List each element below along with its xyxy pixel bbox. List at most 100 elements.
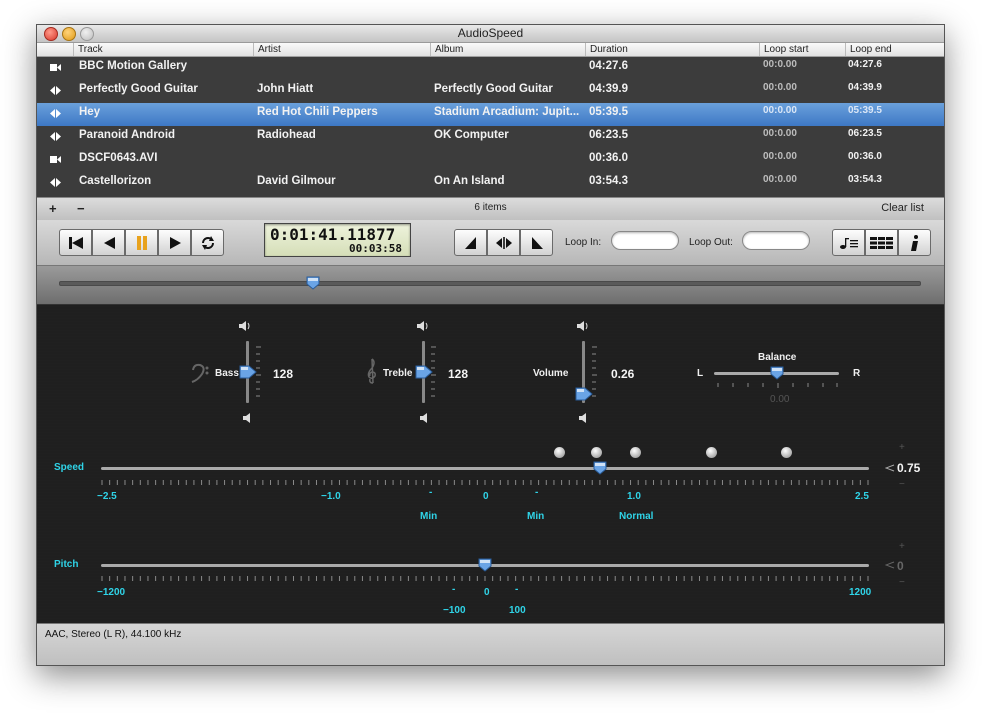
speed-decrease-button[interactable]: − [899, 479, 905, 490]
play-button[interactable] [158, 229, 191, 256]
track-duration: 03:54.3 [589, 175, 629, 187]
pitch-reset-icon[interactable] [885, 560, 895, 570]
transport-toolbar: 0:01:41.11877 00:03:58 Loop In: Loop Out… [37, 220, 944, 266]
play-icon [169, 236, 181, 249]
treble-ticks [431, 346, 436, 397]
column-view-button[interactable] [865, 229, 898, 256]
track-title: Castellorizon [79, 175, 152, 187]
time-display: 0:01:41.11877 00:03:58 [264, 223, 411, 257]
volume-knob[interactable] [575, 387, 593, 401]
loop-in-field[interactable] [611, 231, 679, 250]
bass-clef-icon [191, 363, 209, 383]
loop-out-field[interactable] [742, 231, 810, 250]
speed-marker: Normal [619, 511, 654, 522]
pitch-label: Pitch [54, 559, 79, 570]
treble-clef-icon [367, 358, 376, 384]
track-row[interactable]: DSCF0643.AVI 00:36.0 00:0.00 00:36.0 [37, 149, 944, 172]
pitch-value: 0 [897, 559, 904, 573]
treble-label: Treble [383, 368, 413, 379]
track-row[interactable]: BBC Motion Gallery 04:27.6 00:0.00 04:27… [37, 57, 944, 80]
speed-preset-dot[interactable] [554, 447, 565, 458]
speed-slider[interactable] [101, 467, 869, 470]
loop-out-label: Loop Out: [689, 237, 733, 248]
column-loop-start[interactable]: Loop start [759, 43, 808, 56]
total-time: 00:03:58 [349, 242, 402, 255]
speed-preset-dot[interactable] [630, 447, 641, 458]
audio-icon [50, 132, 61, 141]
skip-back-icon [68, 236, 83, 249]
pitch-increase-button[interactable]: + [899, 541, 905, 552]
pause-icon [136, 235, 147, 250]
track-loop-start: 00:0.00 [763, 151, 797, 162]
speed-tick-min: −2.5 [97, 491, 117, 502]
speed-label: Speed [54, 462, 85, 473]
loop-region-icon [495, 236, 512, 249]
speed-increase-button[interactable]: + [899, 442, 905, 453]
track-album: OK Computer [434, 129, 509, 141]
track-album: On An Island [434, 175, 505, 187]
track-row[interactable]: Paranoid Android Radiohead OK Computer 0… [37, 126, 944, 149]
bass-ticks [256, 346, 261, 397]
pitch-tick-min: −1200 [97, 587, 126, 598]
balance-value: 0.00 [770, 394, 790, 405]
track-loop-end: 06:23.5 [848, 128, 882, 139]
speed-tick: - [535, 487, 539, 498]
track-duration: 06:23.5 [589, 129, 629, 141]
pitch-tick: - [515, 584, 519, 595]
track-loop-start: 00:0.00 [763, 59, 797, 70]
status-bar: AAC, Stereo (L R), 44.100 kHz [37, 623, 944, 665]
speed-preset-dot[interactable] [706, 447, 717, 458]
info-button[interactable] [898, 229, 931, 256]
pause-button[interactable] [125, 229, 158, 256]
position-track[interactable] [59, 281, 921, 286]
pitch-decrease-button[interactable]: − [899, 577, 905, 588]
playlist-view-button[interactable] [832, 229, 865, 256]
bass-knob[interactable] [239, 365, 257, 379]
column-loop-end[interactable]: Loop end [845, 43, 892, 56]
speed-tick: 1.0 [627, 491, 641, 502]
set-loop-out-button[interactable] [520, 229, 553, 256]
balance-knob[interactable] [770, 366, 784, 380]
set-loop-in-button[interactable] [454, 229, 487, 256]
speed-reset-icon[interactable] [885, 463, 895, 473]
pitch-sub-tick: 100 [509, 605, 526, 616]
track-loop-end: 03:54.3 [848, 174, 882, 185]
track-row[interactable]: Perfectly Good Guitar John Hiatt Perfect… [37, 80, 944, 103]
loop-region-button[interactable] [487, 229, 520, 256]
track-duration: 04:27.6 [589, 60, 629, 72]
columns-icon [869, 236, 893, 249]
track-loop-end: 00:36.0 [848, 151, 882, 162]
speed-tick-zero: 0 [483, 491, 489, 502]
loop-in-icon [464, 236, 476, 249]
track-list: BBC Motion Gallery 04:27.6 00:0.00 04:27… [37, 57, 944, 197]
speed-value: 0.75 [897, 461, 921, 475]
track-loop-start: 00:0.00 [763, 128, 797, 139]
clear-list-button[interactable]: Clear list [881, 202, 924, 214]
speed-preset-dot[interactable] [591, 447, 602, 458]
track-row[interactable]: Castellorizon David Gilmour On An Island… [37, 172, 944, 195]
column-track[interactable]: Track [73, 43, 103, 56]
column-duration[interactable]: Duration [585, 43, 628, 56]
track-title: Hey [79, 106, 101, 118]
track-loop-start: 00:0.00 [763, 105, 797, 116]
position-knob[interactable] [306, 276, 320, 290]
balance-left-label: L [697, 368, 704, 379]
column-header: Track Artist Album Duration Loop start L… [37, 43, 944, 57]
column-artist[interactable]: Artist [253, 43, 281, 56]
rewind-button[interactable] [92, 229, 125, 256]
track-loop-end: 04:27.6 [848, 59, 882, 70]
loop-button[interactable] [191, 229, 224, 256]
pitch-tick-zero: 0 [484, 587, 490, 598]
track-row-selected[interactable]: Hey Red Hot Chili Peppers Stadium Arcadi… [37, 103, 944, 126]
skip-back-button[interactable] [59, 229, 92, 256]
speaker-loud-icon [239, 321, 250, 331]
speed-preset-dot[interactable] [781, 447, 792, 458]
column-album[interactable]: Album [430, 43, 463, 56]
speed-tick-max: 2.5 [855, 491, 869, 502]
speaker-quiet-icon [420, 413, 427, 423]
controls-panel: Bass 128 Treble 128 Volume 0.26 Balance … [37, 305, 944, 623]
loop-out-icon [531, 236, 543, 249]
pitch-knob[interactable] [478, 558, 492, 572]
speed-marker: Min [420, 511, 438, 522]
speed-knob[interactable] [593, 461, 607, 475]
